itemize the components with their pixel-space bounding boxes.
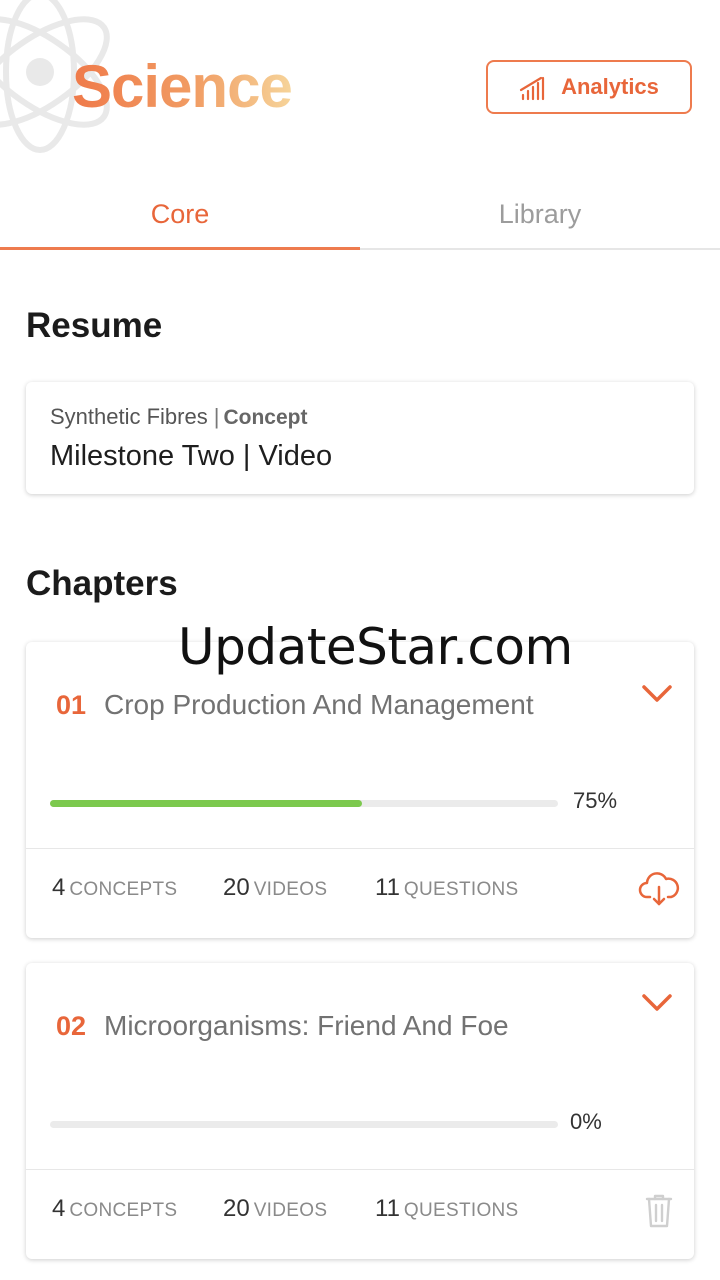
trash-icon[interactable] — [638, 1191, 680, 1229]
resume-content-type: Concept — [223, 406, 308, 429]
tab-core-label: Core — [150, 198, 210, 229]
resume-separator: | — [213, 404, 220, 429]
concepts-stat: 4 CONCEPTS — [52, 1195, 177, 1223]
questions-unit: QUESTIONS — [403, 1200, 519, 1221]
concepts-count: 4 — [52, 1195, 66, 1222]
active-tab-indicator — [0, 247, 360, 250]
analytics-label: Analytics — [561, 74, 659, 99]
resume-heading: Resume — [26, 306, 163, 345]
questions-unit: QUESTIONS — [403, 879, 519, 900]
tab-library[interactable]: Library — [360, 180, 720, 248]
concepts-stat: 4 CONCEPTS — [52, 874, 177, 902]
progress-label: 0% — [570, 1109, 602, 1134]
questions-count: 11 — [375, 1195, 400, 1222]
videos-count: 20 — [223, 1195, 250, 1222]
chapters-heading: Chapters — [26, 564, 178, 603]
chapter-card[interactable]: 02 Microorganisms: Friend And Foe 0% 4 CO… — [26, 963, 694, 1259]
videos-stat: 20 VIDEOS — [223, 1195, 327, 1223]
questions-stat: 11 QUESTIONS — [375, 874, 519, 902]
tab-bar: Core Library — [0, 180, 720, 250]
divider — [26, 848, 694, 849]
resume-chapter: Synthetic Fibres — [50, 404, 208, 429]
page-title: Science — [72, 53, 293, 120]
progress-fill — [50, 800, 363, 807]
concepts-unit: CONCEPTS — [69, 1200, 178, 1221]
chapter-title: Microorganisms: Friend And Foe — [104, 1010, 509, 1041]
chevron-down-icon[interactable] — [640, 682, 674, 706]
bar-chart-icon — [519, 76, 545, 101]
concepts-unit: CONCEPTS — [69, 879, 178, 900]
resume-item: Milestone Two | Video — [50, 440, 333, 472]
concepts-count: 4 — [52, 874, 66, 901]
tab-library-label: Library — [498, 198, 582, 229]
progress-bar — [50, 1121, 558, 1128]
cloud-download-icon[interactable] — [638, 870, 680, 908]
videos-stat: 20 VIDEOS — [223, 874, 327, 902]
resume-card[interactable]: Synthetic Fibres | Concept Milestone Two |… — [26, 382, 694, 494]
progress-label: 75% — [573, 788, 618, 813]
app-header: Science Analytics — [0, 0, 720, 180]
videos-unit: VIDEOS — [253, 1200, 328, 1221]
resume-context: Synthetic Fibres | Concept — [50, 404, 307, 430]
progress-bar — [50, 800, 558, 807]
chapter-title: Crop Production And Management — [104, 689, 534, 720]
questions-stat: 11 QUESTIONS — [375, 1195, 519, 1223]
divider — [26, 1169, 694, 1170]
videos-unit: VIDEOS — [253, 879, 328, 900]
tab-core[interactable]: Core — [0, 180, 360, 248]
chapter-card[interactable]: 01 Crop Production And Management 75% 4C… — [26, 642, 694, 938]
watermark-text: UpdateStar.com — [178, 618, 573, 676]
chapter-number: 01 — [56, 690, 87, 720]
analytics-button[interactable]: Analytics — [486, 60, 692, 114]
chevron-down-icon[interactable] — [640, 991, 674, 1015]
videos-count: 20 — [223, 874, 250, 901]
questions-count: 11 — [375, 874, 400, 901]
chapter-number: 02 — [56, 1011, 87, 1041]
